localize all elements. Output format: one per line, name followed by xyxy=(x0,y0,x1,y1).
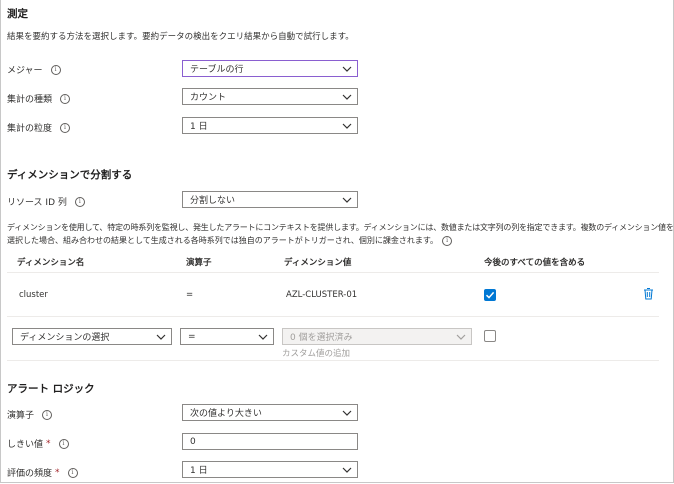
chevron-down-icon xyxy=(154,328,168,345)
threshold-input[interactable]: 0 xyxy=(182,433,358,450)
alert-operator-value: 次の値より大きい xyxy=(190,409,262,419)
measure-dropdown[interactable]: テーブルの行 xyxy=(182,60,358,77)
resource-id-label-text: リソース ID 列 xyxy=(7,198,67,208)
threshold-label: しきい値 * i xyxy=(7,437,69,450)
column-dimension-name: ディメンション名 xyxy=(17,258,85,268)
dimension-name-placeholder: ディメンションの選択 xyxy=(20,333,110,343)
chevron-down-icon xyxy=(256,328,270,345)
measure-label: メジャー i xyxy=(7,63,61,76)
column-operator: 演算子 xyxy=(186,258,212,268)
info-icon[interactable]: i xyxy=(50,64,61,75)
resource-id-label: リソース ID 列 i xyxy=(7,195,85,208)
aggregation-type-label-text: 集計の種類 xyxy=(7,95,53,105)
required-marker: * xyxy=(46,438,51,449)
aggregation-type-value: カウント xyxy=(190,93,227,103)
chevron-down-icon xyxy=(340,191,354,208)
alert-operator-label: 演算子 i xyxy=(7,408,53,421)
info-icon[interactable]: i xyxy=(60,93,71,104)
info-icon[interactable]: i xyxy=(42,409,53,420)
info-icon[interactable]: i xyxy=(60,122,71,133)
measure-description: 結果を要約する方法を選択します。要約データの検出をクエリ結果から自動で試行します… xyxy=(7,32,354,42)
chevron-down-icon xyxy=(454,328,468,345)
dimension-values-dropdown[interactable]: 0 個を選択済み xyxy=(282,328,472,345)
frequency-dropdown[interactable]: 1 日 xyxy=(182,461,358,478)
frequency-value: 1 日 xyxy=(190,466,208,476)
granularity-dropdown[interactable]: 1 日 xyxy=(182,117,358,134)
chevron-down-icon xyxy=(340,88,354,105)
aggregation-type-dropdown[interactable]: カウント xyxy=(182,88,358,105)
alert-logic-section-title: アラート ロジック xyxy=(7,383,95,395)
resource-id-dropdown[interactable]: 分割しない xyxy=(182,191,358,208)
trash-icon[interactable] xyxy=(643,287,654,303)
chevron-down-icon xyxy=(340,117,354,134)
measure-label-text: メジャー xyxy=(7,66,43,76)
dimensions-description-line2-text: 選択した場合、組み合わせの結果として生成される各時系列では独自のアラートがトリガ… xyxy=(7,236,439,245)
column-dimension-values: ディメンション値 xyxy=(284,258,352,268)
table-header-divider xyxy=(7,272,659,273)
alert-operator-label-text: 演算子 xyxy=(7,411,35,421)
alert-operator-dropdown[interactable]: 次の値より大きい xyxy=(182,404,358,421)
dimension-name-dropdown[interactable]: ディメンションの選択 xyxy=(12,328,172,345)
required-marker: * xyxy=(55,467,60,478)
resource-id-value: 分割しない xyxy=(190,196,236,206)
add-custom-value-link[interactable]: カスタム値の追加 xyxy=(282,347,350,359)
dimensions-description-line1: ディメンションを使用して、特定の時系列を監視し、発生したアラートにコンテキストを… xyxy=(7,223,674,232)
dimensions-description-line2: 選択した場合、組み合わせの結果として生成される各時系列では独自のアラートがトリガ… xyxy=(7,235,453,246)
measure-dropdown-value: テーブルの行 xyxy=(190,65,244,75)
dimension-values-placeholder: 0 個を選択済み xyxy=(290,333,353,343)
operator-dropdown[interactable]: = xyxy=(180,328,274,345)
threshold-label-text: しきい値 xyxy=(7,440,44,450)
include-future-checkbox[interactable] xyxy=(484,289,496,301)
table-row-divider xyxy=(7,316,659,317)
granularity-label: 集計の粒度 i xyxy=(7,121,71,134)
info-icon[interactable]: i xyxy=(442,235,453,246)
aggregation-type-label: 集計の種類 i xyxy=(7,92,71,105)
frequency-label: 評価の頻度 * i xyxy=(7,466,78,479)
chevron-down-icon xyxy=(340,60,354,77)
column-include-future: 今後のすべての値を含める xyxy=(484,258,586,268)
granularity-label-text: 集計の粒度 xyxy=(7,124,53,134)
frequency-label-text: 評価の頻度 xyxy=(7,469,53,479)
info-icon[interactable]: i xyxy=(74,196,85,207)
chevron-down-icon xyxy=(340,404,354,421)
row-dimension-value: AZL-CLUSTER-01 xyxy=(286,290,358,300)
chevron-down-icon xyxy=(340,461,354,478)
table-bottom-divider xyxy=(7,360,659,361)
granularity-value: 1 日 xyxy=(190,122,208,132)
include-future-checkbox-new[interactable] xyxy=(484,330,496,342)
operator-value: = xyxy=(188,331,196,342)
measure-section-title: 測定 xyxy=(7,8,28,20)
info-icon[interactable]: i xyxy=(58,438,69,449)
checkmark-icon xyxy=(485,291,495,299)
dimensions-section-title: ディメンションで分割する xyxy=(7,169,133,181)
row-dimension-name: cluster xyxy=(19,290,48,300)
info-icon[interactable]: i xyxy=(67,467,78,478)
row-operator: = xyxy=(186,290,194,300)
